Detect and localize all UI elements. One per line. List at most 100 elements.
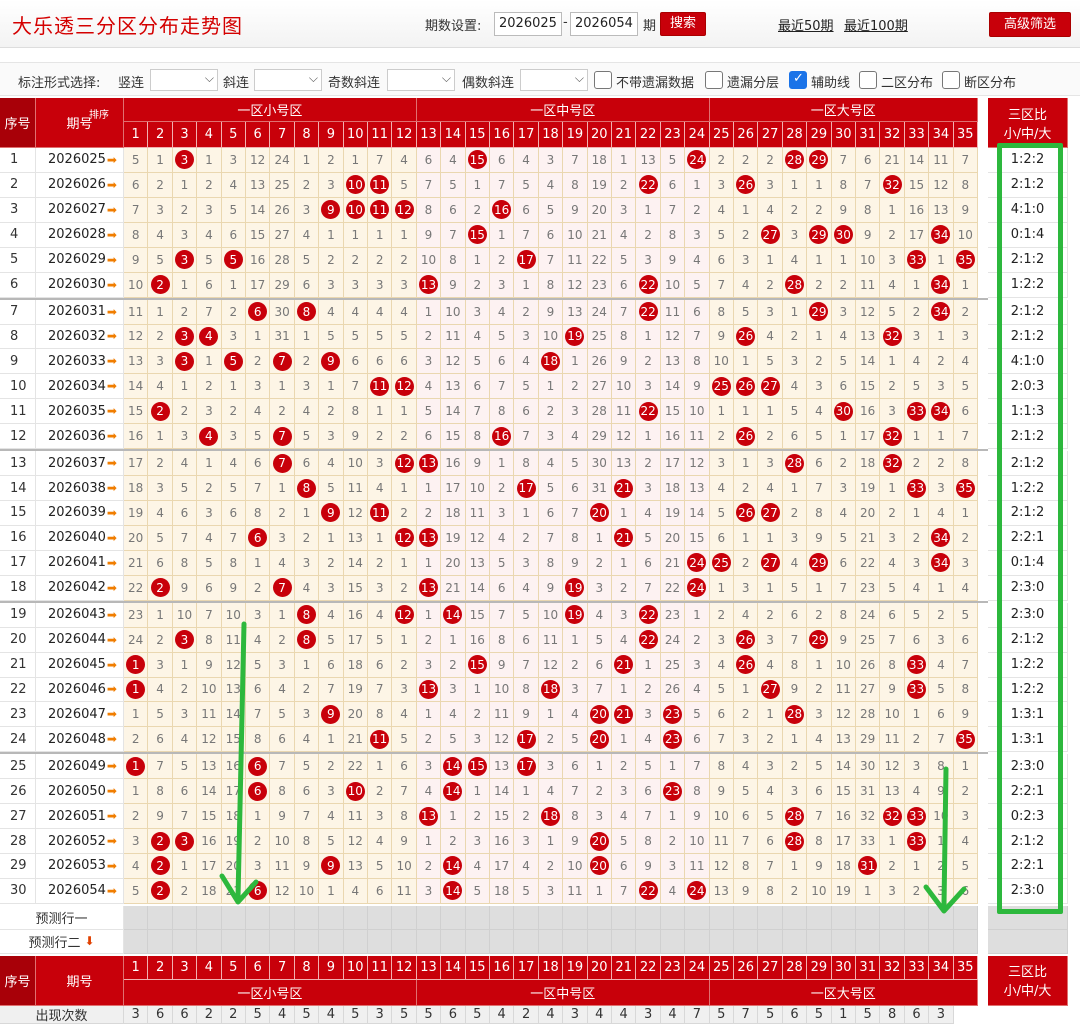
predict-cell[interactable] bbox=[368, 929, 393, 954]
miss-layer-checkbox[interactable] bbox=[705, 71, 723, 89]
number-cell: 11 bbox=[368, 501, 393, 526]
predict-cell[interactable] bbox=[660, 929, 686, 954]
predict-cell[interactable] bbox=[514, 929, 539, 954]
miss-value: 8 bbox=[571, 177, 579, 192]
predict-cell[interactable] bbox=[514, 905, 539, 930]
miss-value: 6 bbox=[766, 834, 774, 849]
predict-cell[interactable] bbox=[831, 929, 856, 954]
predict-cell[interactable] bbox=[221, 929, 246, 954]
predict-cell[interactable] bbox=[685, 905, 710, 930]
miss-value: 12 bbox=[347, 834, 363, 849]
predict-cell[interactable] bbox=[734, 905, 759, 930]
sort-button[interactable]: 排序 bbox=[89, 106, 109, 121]
predict-cell[interactable] bbox=[929, 929, 954, 954]
zone2-checkbox[interactable] bbox=[859, 71, 877, 89]
number-cell: 1 bbox=[904, 501, 930, 526]
predict-cell[interactable] bbox=[880, 905, 905, 930]
predict-ratio-cell[interactable] bbox=[988, 929, 1068, 954]
predict-cell[interactable] bbox=[831, 905, 856, 930]
number-cell: 7 bbox=[709, 272, 734, 298]
predict-cell[interactable] bbox=[856, 905, 881, 930]
predict-cell[interactable] bbox=[124, 905, 149, 930]
predict-cell[interactable] bbox=[270, 929, 295, 954]
recent-100-link[interactable]: 最近100期 bbox=[844, 15, 908, 34]
predict-cell[interactable] bbox=[636, 929, 661, 954]
hit-ball: 9 bbox=[321, 503, 341, 523]
predict-cell[interactable] bbox=[685, 929, 710, 954]
predict-cell[interactable] bbox=[587, 905, 612, 930]
predict-cell[interactable] bbox=[709, 929, 734, 954]
predict-cell[interactable] bbox=[563, 929, 588, 954]
predict-cell[interactable] bbox=[416, 929, 442, 954]
number-cell: 8 bbox=[563, 804, 588, 830]
search-button[interactable]: 搜索 bbox=[660, 12, 706, 36]
number-cell: 5 bbox=[221, 476, 246, 501]
number-cell: 7 bbox=[563, 148, 588, 173]
predict-cell[interactable] bbox=[758, 929, 783, 954]
predict-cell[interactable] bbox=[782, 905, 808, 930]
predict-cell[interactable] bbox=[490, 905, 515, 930]
start-period-input[interactable]: 2026025 bbox=[494, 12, 562, 36]
predict-cell[interactable] bbox=[148, 929, 173, 954]
no-miss-data-checkbox[interactable] bbox=[594, 71, 612, 89]
miss-value: 26 bbox=[664, 682, 681, 697]
predict-cell[interactable] bbox=[294, 905, 320, 930]
even-diagonal-select[interactable]: ⌵ bbox=[520, 69, 588, 91]
miss-value: 8 bbox=[156, 784, 164, 799]
aux-line-checkbox[interactable] bbox=[789, 71, 807, 89]
predict-cell[interactable] bbox=[368, 905, 393, 930]
predict-cell[interactable] bbox=[343, 929, 368, 954]
number-cell: 1 bbox=[270, 602, 295, 628]
hit-ball: 26 bbox=[736, 630, 756, 650]
predict-cell[interactable] bbox=[441, 929, 466, 954]
predict-cell[interactable] bbox=[636, 905, 661, 930]
predict-cell[interactable] bbox=[148, 905, 173, 930]
predict-cell[interactable] bbox=[904, 929, 930, 954]
predict-cell[interactable] bbox=[807, 905, 832, 930]
predict-cell[interactable] bbox=[465, 905, 490, 930]
predict-cell[interactable] bbox=[465, 929, 490, 954]
advanced-filter-button[interactable]: 高级筛选 bbox=[989, 12, 1071, 37]
predict-cell[interactable] bbox=[856, 929, 881, 954]
number-cell: 10 bbox=[831, 652, 856, 678]
miss-value: 3 bbox=[595, 809, 604, 824]
break-zone-checkbox[interactable] bbox=[942, 71, 960, 89]
odd-diagonal-select[interactable]: ⌵ bbox=[387, 69, 455, 91]
predict-cell[interactable] bbox=[758, 905, 783, 930]
predict-cell[interactable] bbox=[563, 905, 588, 930]
issue-number: 2026041 bbox=[48, 555, 106, 571]
miss-value: 6 bbox=[863, 152, 872, 167]
predict-cell[interactable] bbox=[416, 905, 442, 930]
predict-cell[interactable] bbox=[612, 929, 637, 954]
predict-cell[interactable] bbox=[734, 929, 759, 954]
end-period-input[interactable]: 2026054 bbox=[570, 12, 638, 36]
predict-cell[interactable] bbox=[587, 929, 612, 954]
predict-cell[interactable] bbox=[319, 905, 344, 930]
predict-cell[interactable] bbox=[538, 905, 564, 930]
predict-cell[interactable] bbox=[538, 929, 564, 954]
predict-cell[interactable] bbox=[490, 929, 515, 954]
predict-cell[interactable] bbox=[392, 905, 417, 930]
number-cell: 3 bbox=[563, 677, 588, 703]
predict-cell[interactable] bbox=[172, 905, 198, 930]
predict-cell[interactable] bbox=[782, 929, 808, 954]
diagonal-link-select[interactable]: ⌵ bbox=[254, 69, 322, 91]
predict-cell[interactable] bbox=[319, 929, 344, 954]
vertical-link-select[interactable]: ⌵ bbox=[150, 69, 218, 91]
predict-cell[interactable] bbox=[343, 905, 368, 930]
predict-cell[interactable] bbox=[953, 929, 978, 954]
predict-cell[interactable] bbox=[709, 905, 734, 930]
predict-cell[interactable] bbox=[172, 929, 198, 954]
predict-cell[interactable] bbox=[660, 905, 686, 930]
predict-cell[interactable] bbox=[246, 929, 271, 954]
predict-cell[interactable] bbox=[294, 929, 320, 954]
predict-cell[interactable] bbox=[880, 929, 905, 954]
predict-cell[interactable] bbox=[807, 929, 832, 954]
predict-cell[interactable] bbox=[392, 929, 417, 954]
predict-cell[interactable] bbox=[441, 905, 466, 930]
predict-cell[interactable] bbox=[197, 929, 222, 954]
predict-cell[interactable] bbox=[270, 905, 295, 930]
predict-cell[interactable] bbox=[612, 905, 637, 930]
predict-cell[interactable] bbox=[124, 929, 149, 954]
recent-50-link[interactable]: 最近50期 bbox=[778, 15, 834, 34]
